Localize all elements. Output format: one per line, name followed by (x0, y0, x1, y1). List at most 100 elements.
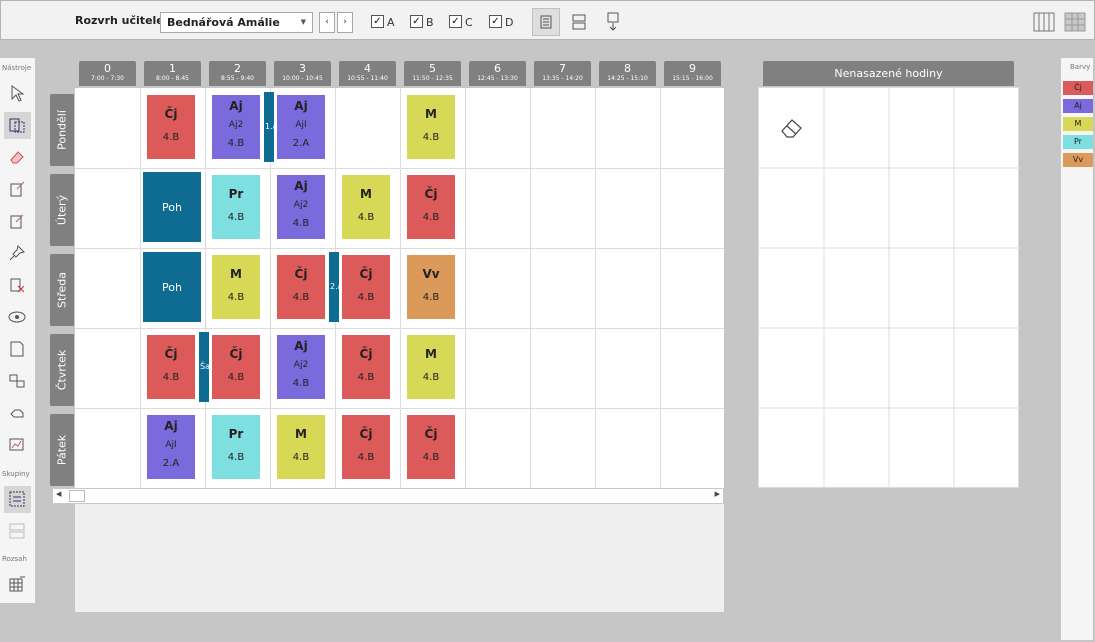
lesson-card[interactable]: Pr 4.B (212, 175, 260, 239)
view-list-icon[interactable] (532, 8, 560, 36)
period-time: 13:35 - 14:20 (542, 75, 583, 82)
pointer-icon[interactable] (4, 80, 31, 107)
eye-icon[interactable] (4, 304, 31, 331)
color-swatch[interactable]: Vv (1063, 153, 1093, 167)
lesson-card[interactable]: Čj 4.B (407, 415, 455, 479)
lesson-card[interactable]: Aj Aj2 4.B (277, 175, 325, 239)
unassigned-grid[interactable] (758, 87, 1020, 489)
lesson-strip[interactable]: 2.a (329, 252, 339, 322)
delete-doc-icon[interactable] (4, 272, 31, 299)
checkbox-c[interactable]: ✓ (449, 15, 462, 28)
lesson-card[interactable]: Čj 4.B (342, 415, 390, 479)
period-time: 10:55 - 11:40 (347, 75, 388, 82)
view-split-icon[interactable] (565, 8, 593, 36)
class-swap-icon[interactable] (4, 368, 31, 395)
lesson-subject: M (230, 267, 242, 281)
lesson-card[interactable]: M 4.B (407, 95, 455, 159)
color-swatch[interactable]: Pr (1063, 135, 1093, 149)
view-download-icon[interactable] (599, 8, 627, 36)
eraser-icon[interactable] (4, 144, 31, 171)
lesson-card[interactable]: M 4.B (342, 175, 390, 239)
lesson-card[interactable]: Čj 4.B (342, 335, 390, 399)
lesson-class: 4.B (357, 452, 375, 463)
lesson-card[interactable]: Aj AjI 2.A (277, 95, 325, 159)
colors-title: Barvy (1070, 63, 1091, 71)
lesson-card[interactable]: Pr 4.B (212, 415, 260, 479)
lesson-class: 4.B (357, 372, 375, 383)
lesson-card[interactable]: Čj 4.B (342, 255, 390, 319)
lesson-card[interactable]: Čj 4.B (212, 335, 260, 399)
grid-vline (400, 88, 401, 488)
lesson-class: 4.B (227, 372, 245, 383)
lesson-class: 2.A (162, 458, 180, 469)
grid-hline (75, 328, 724, 329)
lesson-card[interactable]: Aj Aj2 4.B (212, 95, 260, 159)
group-select-icon[interactable] (4, 486, 31, 513)
period-header: 8 14:25 - 15:10 (599, 61, 656, 86)
lesson-class: 4.B (292, 378, 310, 389)
columns-view-icon[interactable] (1030, 8, 1058, 36)
period-number: 4 (364, 62, 371, 75)
next-teacher-button[interactable]: › (337, 12, 353, 33)
lesson-card[interactable]: M 4.B (212, 255, 260, 319)
lesson-class: 4.B (227, 138, 245, 149)
lesson-group: AjI (295, 120, 307, 130)
lesson-subject: Čj (424, 427, 438, 441)
scroll-left-icon[interactable]: ◀ (56, 490, 61, 498)
checkbox-d[interactable]: ✓ (489, 15, 502, 28)
color-swatch[interactable]: Čj (1063, 81, 1093, 95)
teacher-select[interactable]: Bednářová Amálie ▼ (160, 12, 313, 33)
day-header: Pátek (50, 414, 74, 486)
lesson-card[interactable]: Aj Aj2 4.B (277, 335, 325, 399)
lesson-card[interactable]: Poh (143, 252, 201, 322)
lesson-subject: M (360, 187, 372, 201)
lesson-card[interactable]: M 4.B (407, 335, 455, 399)
lesson-card[interactable]: Vv 4.B (407, 255, 455, 319)
grid-vline (595, 88, 596, 488)
grid-vline (140, 88, 141, 488)
scroll-thumb[interactable] (69, 490, 85, 502)
lesson-subject: Poh (162, 201, 182, 214)
prev-teacher-button[interactable]: ‹ (319, 12, 335, 33)
lesson-class: 4.B (357, 212, 375, 223)
chart-doc-icon[interactable] (4, 432, 31, 459)
horizontal-scrollbar[interactable]: ◀ ▶ (52, 488, 724, 504)
lesson-class: 4.B (422, 372, 440, 383)
checkbox-a[interactable]: ✓ (371, 15, 384, 28)
color-swatch[interactable]: M (1063, 117, 1093, 131)
lesson-card[interactable]: Aj AjI 2.A (147, 415, 195, 479)
groups-section-label: Skupiny (2, 470, 30, 478)
edit-doc-icon[interactable] (4, 176, 31, 203)
hand-icon[interactable] (4, 400, 31, 427)
period-number: 6 (494, 62, 501, 75)
period-header: 2 8:55 - 9:40 (209, 61, 266, 86)
lesson-card[interactable]: M 4.B (277, 415, 325, 479)
color-swatch[interactable]: Aj (1063, 99, 1093, 113)
scroll-right-icon[interactable]: ▶ (715, 490, 720, 498)
lesson-strip[interactable]: Ša (199, 332, 209, 402)
lesson-strip[interactable]: 1.a (264, 92, 274, 162)
day-header: Středa (50, 254, 74, 326)
day-label: Čtvrtek (55, 349, 69, 391)
day-header: Pondělí (50, 94, 74, 166)
lesson-card[interactable]: Poh (143, 172, 201, 242)
lesson-subject: Vv (422, 267, 440, 281)
group-split-icon[interactable] (4, 518, 31, 545)
range-grid-icon[interactable] (4, 571, 31, 598)
checkbox-b[interactable]: ✓ (410, 15, 423, 28)
lesson-class: 4.B (162, 132, 180, 143)
lesson-subject: Čj (229, 347, 243, 361)
blank-doc-icon[interactable] (4, 336, 31, 363)
period-number: 3 (299, 62, 306, 75)
lesson-card[interactable]: Čj 4.B (407, 175, 455, 239)
checkbox-b-label: B (426, 16, 434, 29)
lesson-card[interactable]: Čj 4.B (147, 95, 195, 159)
lesson-card[interactable]: Čj 4.B (277, 255, 325, 319)
lesson-subject: Aj (294, 339, 308, 353)
edit-doc-alt-icon[interactable] (4, 208, 31, 235)
pin-icon[interactable] (4, 240, 31, 267)
select-copy-icon[interactable] (4, 112, 31, 139)
grid-view-icon[interactable] (1061, 8, 1089, 36)
lesson-card[interactable]: Čj 4.B (147, 335, 195, 399)
top-toolbar: Rozvrh učitele: Bednářová Amálie ▼ ‹ › ✓… (0, 0, 1095, 40)
